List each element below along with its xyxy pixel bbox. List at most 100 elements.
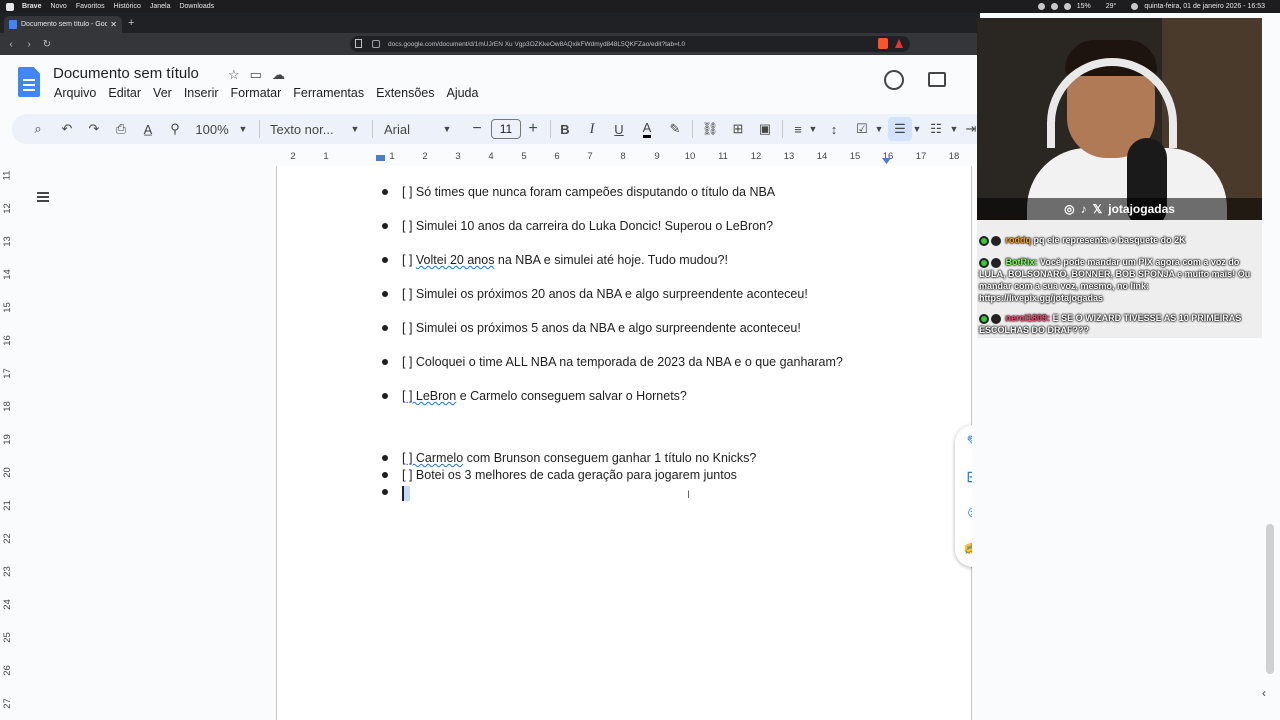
new-tab-icon[interactable]: + [128,17,134,29]
spellcheck-word[interactable]: Voltei 20 anos [416,253,495,267]
back-icon[interactable]: ‹ [4,39,18,50]
cloud-status-icon[interactable]: ☁ [272,67,285,83]
search-menus-icon[interactable]: ⌕ [30,114,46,144]
os-menu-favoritos[interactable]: Favoritos [76,3,105,10]
font-size-field[interactable]: 11 [491,119,521,139]
menu-inserir[interactable]: Inserir [184,86,219,100]
close-tab-icon[interactable]: ✕ [110,20,117,29]
highlight-icon[interactable]: ✎ [668,114,682,144]
menu-formatar[interactable]: Formatar [231,86,282,100]
scrollbar[interactable] [1266,524,1274,674]
menu-ajuda[interactable]: Ajuda [446,86,478,100]
chevron-down-icon[interactable]: ▼ [238,114,248,144]
comments-icon[interactable] [928,72,946,87]
underline-button[interactable]: U [612,114,626,144]
chevron-down-icon[interactable]: ▼ [808,114,818,144]
bulleted-list-icon[interactable]: ☰ [888,117,912,141]
os-app-name[interactable]: Brave [22,3,41,10]
wifi-icon[interactable] [1131,3,1139,10]
list-item[interactable]: [ ] Carmelo com Brunson conseguem ganhar… [402,451,756,465]
star-icon[interactable]: ☆ [228,67,240,83]
battery-level[interactable]: 15% [1077,3,1091,10]
version-history-icon[interactable] [884,70,904,90]
list-item[interactable]: [ ] Simulei 10 anos da carreira do Luka … [402,219,773,233]
menu-ferramentas[interactable]: Ferramentas [293,86,364,100]
move-folder-icon[interactable]: ▭ [250,67,262,83]
document-page[interactable]: [ ] Só times que nunca foram campeões di… [276,166,972,720]
status-icon[interactable] [1063,3,1071,10]
status-icon[interactable] [1050,3,1058,10]
browser-tab-docs[interactable]: Documento sem título - Google ✕ [4,16,122,33]
decrease-font-size-icon[interactable]: − [470,114,484,144]
chevron-down-icon[interactable]: ▼ [949,114,959,144]
status-icon[interactable] [1037,3,1045,10]
apple-icon[interactable] [6,2,14,11]
chevron-down-icon[interactable]: ▼ [442,114,452,144]
menu-extensoes[interactable]: Extensões [376,86,434,100]
numbered-list-icon[interactable]: ☷ [928,114,944,144]
menu-ver[interactable]: Ver [153,86,172,100]
spellcheck-icon[interactable]: A̲ [140,114,156,144]
spellcheck-word[interactable]: LeBron [416,389,456,403]
list-item[interactable]: [ ] Coloquei o time ALL NBA na temporada… [402,355,843,369]
document-title[interactable]: Documento sem título [53,65,199,82]
bookmark-icon[interactable] [355,39,362,48]
list-item-text: Simulei os próximos 20 anos da NBA e alg… [415,287,808,301]
list-item[interactable]: [ ] Voltei 20 anos na NBA e simulei até … [402,253,728,267]
document-outline-icon[interactable] [34,189,54,205]
add-comment-icon[interactable]: ⊞ [730,114,746,144]
paragraph-style-select[interactable]: Texto nor... [270,114,340,144]
forward-icon[interactable]: › [22,39,36,50]
bold-button[interactable]: B [558,114,572,144]
chevron-down-icon[interactable]: ▼ [912,114,922,144]
site-info-icon[interactable] [372,40,380,48]
vertical-ruler[interactable]: 11 12 13 14 15 16 17 18 19 20 21 22 23 2… [0,166,15,720]
reload-icon[interactable]: ↻ [40,39,54,50]
ruler-label: 7 [587,151,593,162]
url-field[interactable]: docs.google.com/document/d/1mUJrEN Xu Vg… [350,36,910,52]
indent-icon[interactable]: ⇥ [964,114,978,144]
chevron-down-icon[interactable]: ▼ [350,114,360,144]
list-item[interactable]: [ ] Só times que nunca foram campeões di… [402,185,775,199]
list-item[interactable]: [ ] Simulei os próximos 20 anos da NBA e… [402,287,808,301]
paint-format-icon[interactable]: ⚲ [167,114,183,144]
align-icon[interactable]: ≡ [790,114,806,144]
insert-image-icon[interactable]: ▣ [757,114,773,144]
list-item[interactable]: [ ] Botei os 3 melhores de cada geração … [402,468,737,482]
text-cursor[interactable] [402,486,410,501]
checkbox-text: [ ] [402,389,416,403]
text-color-icon: A [642,120,652,138]
horizontal-ruler[interactable]: 2 1 1 2 3 4 5 6 7 8 9 10 11 12 13 14 15 … [276,150,970,166]
clock[interactable]: quinta-feira, 01 de janeiro 2026 - 16:53 [1144,3,1265,10]
text-color-button[interactable]: A [640,114,654,144]
badge-icon [991,313,1001,324]
undo-icon[interactable]: ↶ [59,114,75,144]
os-menu-historico[interactable]: Histórico [114,3,141,10]
list-item[interactable]: [ ] LeBron e Carmelo conseguem salvar o … [402,389,687,403]
os-menu-downloads[interactable]: Downloads [179,3,214,10]
menu-editar[interactable]: Editar [108,86,141,100]
italic-button[interactable]: I [585,114,599,144]
ruler-label: 2 [290,151,296,162]
list-item[interactable]: [ ] Simulei os próximos 5 anos da NBA e … [402,321,801,335]
redo-icon[interactable]: ↷ [86,114,102,144]
menu-arquivo[interactable]: Arquivo [54,86,96,100]
expand-panel-icon[interactable]: ‹ [1262,686,1266,700]
font-select[interactable]: Arial [384,114,424,144]
increase-font-size-icon[interactable]: + [526,114,540,144]
tiktok-icon: ♪ [1080,202,1087,216]
chevron-down-icon[interactable]: ▼ [874,114,884,144]
os-menu-janela[interactable]: Janela [150,3,171,10]
line-spacing-icon[interactable]: ↕ [826,114,842,144]
ruler-label: 14 [1,269,13,280]
zoom-select[interactable]: 100% [195,114,229,144]
brave-shields-icon[interactable] [878,38,888,49]
os-menu-novo[interactable]: Novo [50,3,66,10]
checklist-icon[interactable]: ☑ [854,114,870,144]
print-icon[interactable]: ⎙ [113,114,129,144]
docs-logo-icon[interactable] [18,67,40,97]
left-indent-marker[interactable] [376,155,385,161]
spellcheck-word[interactable]: Carmelo [416,451,463,465]
insert-link-icon[interactable]: ⛓ [702,114,719,144]
browser-tab-bar: Documento sem título - Google ✕ + [0,13,980,33]
